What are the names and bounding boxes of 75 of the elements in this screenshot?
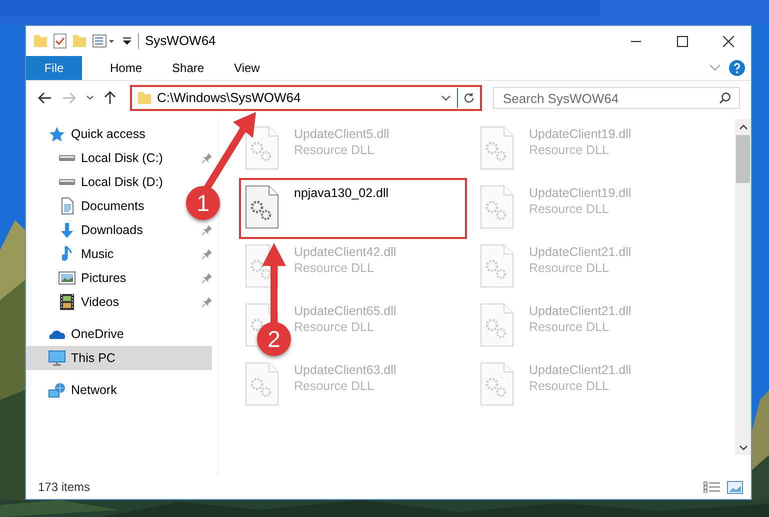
folder-icon xyxy=(138,92,151,104)
pin-icon[interactable] xyxy=(202,249,212,259)
minimize-icon xyxy=(631,40,641,42)
nav-item[interactable]: This PC xyxy=(26,346,212,370)
file-type: Resource DLL xyxy=(529,260,610,276)
dropdown-icon[interactable] xyxy=(441,95,451,101)
chevron-icon[interactable] xyxy=(709,64,721,72)
properties-icon[interactable] xyxy=(53,33,67,49)
nav-item[interactable]: Quick access xyxy=(26,122,150,146)
file-type: Resource DLL xyxy=(294,378,375,394)
scrollbar[interactable] xyxy=(735,119,751,455)
file-type: Resource DLL xyxy=(294,260,375,276)
dll-file-icon xyxy=(480,185,514,229)
scroll-up-icon[interactable] xyxy=(738,124,748,130)
drive-icon xyxy=(59,154,75,162)
nav-item[interactable]: Videos xyxy=(26,290,123,314)
nav-item[interactable]: Music xyxy=(26,242,118,266)
nav-item[interactable]: Downloads xyxy=(26,218,147,242)
dll-file-icon xyxy=(480,244,514,288)
file-type: Resource DLL xyxy=(529,201,610,217)
file-type: Resource DLL xyxy=(529,142,610,158)
pin-icon[interactable] xyxy=(202,153,212,163)
file-tab[interactable]: File xyxy=(26,56,82,80)
dropdown-icon[interactable] xyxy=(122,36,132,46)
scrollbar-thumb[interactable] xyxy=(736,135,750,183)
maximize-icon xyxy=(676,36,688,46)
dll-file-icon xyxy=(480,126,514,170)
refresh-icon[interactable] xyxy=(463,92,475,104)
scroll-down-icon[interactable] xyxy=(738,445,748,451)
nav-item[interactable]: Pictures xyxy=(26,266,130,290)
file-type: Resource DLL xyxy=(294,319,375,335)
nav-item[interactable]: Local Disk (D:) xyxy=(26,170,167,194)
cloud-icon xyxy=(49,328,65,340)
ribbon-tab[interactable]: Share xyxy=(158,56,218,80)
dll-file-icon xyxy=(480,303,514,347)
star-icon xyxy=(48,126,66,142)
customize-icon[interactable] xyxy=(92,34,116,48)
help-icon[interactable] xyxy=(729,60,745,76)
film-icon xyxy=(59,293,75,311)
nav-item[interactable]: OneDrive xyxy=(26,322,128,346)
nav-item[interactable]: Network xyxy=(26,378,121,402)
file-type: Resource DLL xyxy=(529,378,610,394)
nav-item[interactable]: Documents xyxy=(26,194,148,218)
large-icons-view-icon[interactable] xyxy=(727,480,743,494)
dll-file-icon xyxy=(245,185,279,229)
search-icon[interactable] xyxy=(719,92,731,104)
pin-icon[interactable] xyxy=(202,225,212,235)
monitor-icon xyxy=(48,350,66,366)
picture-icon xyxy=(58,271,76,285)
pin-icon[interactable] xyxy=(202,273,212,283)
nav-item[interactable]: Local Disk (C:) xyxy=(26,146,167,170)
dll-file-icon xyxy=(245,362,279,406)
window-title: SysWOW64 xyxy=(145,32,216,50)
dll-file-icon xyxy=(245,126,279,170)
music-note-icon xyxy=(62,246,72,262)
file-type: Resource DLL xyxy=(529,319,610,335)
address-path: C:\Windows\SysWOW64 xyxy=(157,89,301,108)
item-count: 173 items xyxy=(38,479,90,496)
search-field[interactable]: Search SysWOW64 xyxy=(493,87,740,109)
details-view-icon[interactable] xyxy=(703,481,721,493)
back-arrow-icon[interactable] xyxy=(38,92,52,104)
ribbon-tab[interactable]: Home xyxy=(96,56,156,80)
file-type: Resource DLL xyxy=(294,142,375,158)
download-arrow-icon xyxy=(60,222,74,238)
close-icon xyxy=(722,36,734,46)
network-icon xyxy=(48,382,66,398)
document-icon xyxy=(60,197,74,215)
drive-icon xyxy=(59,178,75,186)
file-name[interactable]: npjava130_02.dll xyxy=(294,185,389,201)
ribbon-tab[interactable]: View xyxy=(220,56,274,80)
pin-icon[interactable] xyxy=(202,297,212,307)
dll-file-icon xyxy=(480,362,514,406)
recent-dropdown-icon[interactable] xyxy=(86,95,94,101)
up-arrow-icon[interactable] xyxy=(104,91,116,105)
address-bar[interactable]: C:\Windows\SysWOW64 xyxy=(130,85,482,111)
